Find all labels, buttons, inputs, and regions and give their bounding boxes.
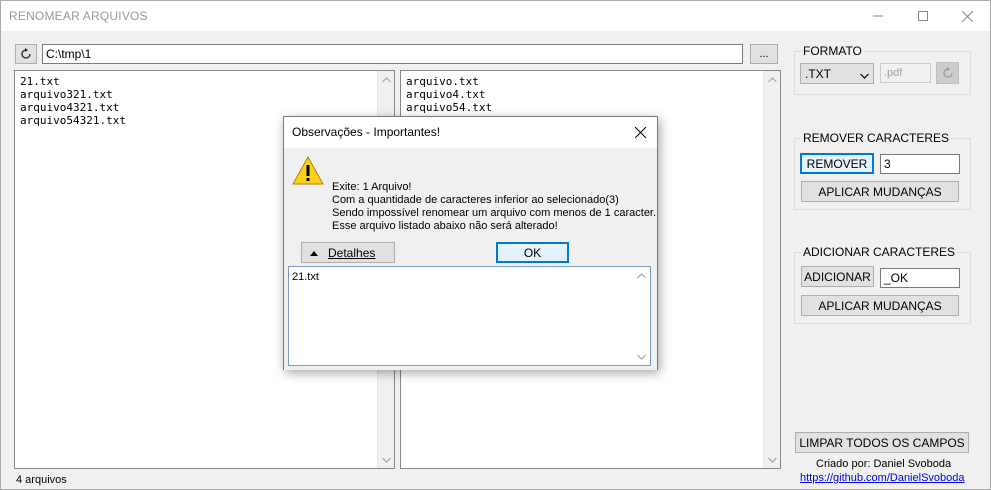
author-credit: Criado por: Daniel Svoboda — [816, 458, 952, 470]
title-bar: RENOMEAR ARQUIVOS — [1, 1, 990, 31]
format-select[interactable]: .TXT — [800, 63, 874, 84]
dialog-footer: Detalhes OK 21.txt — [284, 236, 657, 370]
details-textbox[interactable]: 21.txt — [288, 266, 651, 366]
list-item[interactable]: arquivo54.txt — [401, 101, 492, 114]
dialog-close-button[interactable] — [624, 117, 657, 147]
minimize-icon — [872, 15, 883, 17]
details-toggle-button[interactable]: Detalhes — [301, 242, 395, 263]
refresh-icon — [942, 67, 953, 78]
scroll-down-icon[interactable] — [633, 348, 649, 365]
add-text-input[interactable]: _OK — [880, 268, 960, 288]
path-input[interactable]: C:\tmp\1 — [42, 44, 743, 64]
maximize-button[interactable] — [900, 1, 945, 31]
list-item[interactable]: arquivo321.txt — [15, 88, 126, 101]
dialog-body: Exite: 1 Arquivo! Com a quantidade de car… — [284, 148, 657, 236]
remove-button[interactable]: REMOVER — [800, 153, 874, 174]
list-item[interactable]: arquivo4.txt — [401, 88, 492, 101]
details-label: Detalhes — [328, 245, 376, 260]
extension-input[interactable]: .pdf — [880, 63, 931, 83]
warning-icon — [292, 156, 324, 185]
remover-legend: REMOVER CARACTERES — [801, 131, 952, 145]
scroll-down-icon[interactable] — [378, 451, 394, 468]
details-text: 21.txt — [292, 271, 319, 283]
list-item[interactable]: arquivo54321.txt — [15, 114, 126, 127]
dialog-message-line: Com a quantidade de caracteres inferior … — [332, 194, 619, 206]
dialog-message-line: Esse arquivo listado abaixo não será alt… — [332, 220, 558, 232]
github-link[interactable]: https://github.com/DanielSvoboda — [800, 472, 965, 484]
file-count-status: 4 arquivos — [16, 474, 67, 486]
scroll-up-icon[interactable] — [764, 71, 780, 88]
details-scrollbar[interactable] — [633, 267, 650, 365]
close-icon — [962, 10, 973, 22]
scroll-up-icon[interactable] — [378, 71, 394, 88]
add-button[interactable]: ADICIONAR — [801, 266, 874, 287]
maximize-icon — [917, 11, 928, 21]
apply-format-button[interactable] — [936, 62, 959, 84]
renamed-files-items: arquivo.txt arquivo4.txt arquivo54.txt — [401, 75, 492, 114]
right-scrollbar[interactable] — [763, 71, 780, 468]
scroll-up-icon[interactable] — [633, 267, 649, 284]
apply-add-button[interactable]: APLICAR MUDANÇAS — [801, 295, 959, 316]
collapse-arrow-icon — [310, 250, 318, 256]
dialog-message-line: Sendo impossível renomear um arquivo com… — [332, 207, 657, 219]
chevron-down-icon — [860, 68, 869, 82]
list-item[interactable]: arquivo.txt — [401, 75, 492, 88]
original-files-items: 21.txt arquivo321.txt arquivo4321.txt arqui… — [15, 75, 126, 127]
main-window: RENOMEAR ARQUIVOS C:\tmp\1 ... 21.txt arq… — [0, 0, 991, 490]
remove-count-input[interactable]: 3 — [880, 154, 960, 174]
format-select-value: .TXT — [805, 67, 831, 81]
close-icon — [635, 126, 646, 138]
formato-legend: FORMATO — [801, 44, 864, 58]
browse-button[interactable]: ... — [750, 44, 778, 64]
list-item[interactable]: arquivo4321.txt — [15, 101, 126, 114]
apply-remove-button[interactable]: APLICAR MUDANÇAS — [801, 181, 959, 202]
clear-all-button[interactable]: LIMPAR TODOS OS CAMPOS — [795, 432, 969, 453]
minimize-button[interactable] — [855, 1, 900, 31]
close-button[interactable] — [945, 1, 990, 31]
window-title: RENOMEAR ARQUIVOS — [9, 9, 148, 23]
ok-button[interactable]: OK — [496, 242, 569, 263]
list-item[interactable]: 21.txt — [15, 75, 126, 88]
notice-dialog: Observações - Importantes! Exite: 1 Arqu… — [283, 116, 658, 370]
scroll-down-icon[interactable] — [764, 451, 780, 468]
refresh-icon — [21, 48, 31, 59]
dialog-title: Observações - Importantes! — [292, 125, 441, 139]
dialog-message: Exite: 1 Arquivo! Com a quantidade de car… — [332, 181, 656, 233]
refresh-button[interactable] — [15, 44, 37, 64]
dialog-message-line: Exite: 1 Arquivo! — [332, 181, 412, 193]
adicionar-legend: ADICIONAR CARACTERES — [801, 245, 958, 259]
